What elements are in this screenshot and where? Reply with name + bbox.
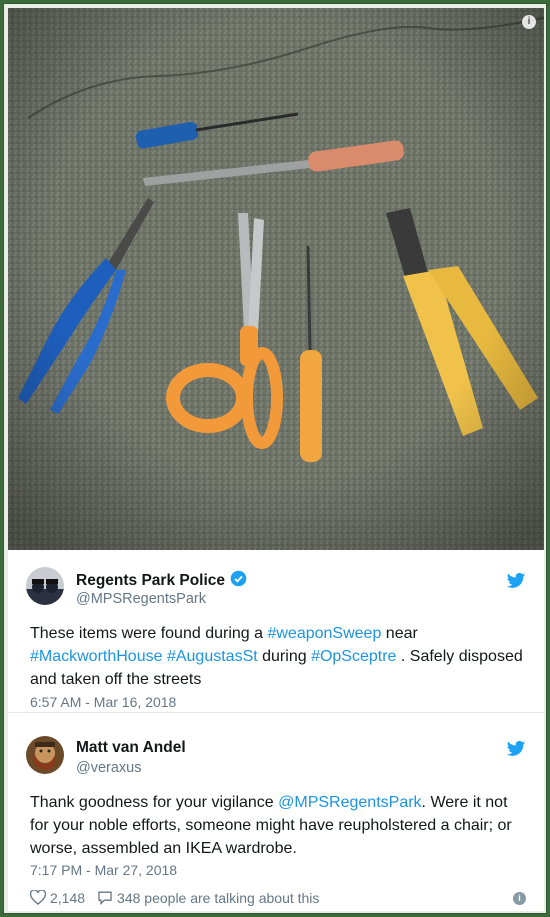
text-segment: These items were found during a (30, 625, 268, 642)
avatar-matt-van-andel[interactable] (26, 736, 64, 774)
tweet-text: These items were found during a #weaponS… (30, 622, 530, 691)
tweet-regents-park-police[interactable]: Regents Park Police @MPSRegentsPark Thes… (8, 550, 544, 713)
green-frame: i Regents Park Police @MPSRegentsPark Th… (3, 3, 547, 914)
hashtag-link-weaponsweep[interactable]: #weaponSweep (267, 625, 381, 642)
tweet-text: Thank goodness for your vigilance @MPSRe… (30, 791, 530, 860)
verified-badge-icon (230, 570, 247, 592)
hashtag-link-augustasst[interactable]: #AugustasSt (167, 648, 258, 665)
text-segment: during (257, 648, 312, 665)
hashtag-link-mackworthhouse[interactable]: #MackworthHouse (30, 648, 163, 665)
author-name-text[interactable]: Regents Park Police (76, 572, 225, 589)
text-segment: Thank goodness for your vigilance (30, 794, 279, 811)
likes-count[interactable]: 2,148 (50, 890, 85, 906)
tweet-timestamp[interactable]: 7:17 PM - Mar 27, 2018 (30, 862, 177, 878)
tools-on-pavement-image (8, 8, 544, 550)
tweet-timestamp[interactable]: 6:57 AM - Mar 16, 2018 (30, 694, 176, 710)
photo-info-icon[interactable]: i (522, 15, 536, 29)
author-handle[interactable]: @MPSRegentsPark (76, 591, 206, 607)
tweet-matt-van-andel[interactable]: Matt van Andel @veraxus Thank goodness f… (8, 712, 544, 911)
speech-bubble-icon[interactable] (97, 890, 113, 906)
engagement-bar: 2,148 348 people are talking about this (29, 889, 530, 906)
info-icon[interactable]: i (513, 892, 526, 905)
talking-count[interactable]: 348 people are talking about this (117, 890, 319, 906)
tools-photo[interactable]: i (8, 8, 544, 550)
author-name[interactable]: Matt van Andel (76, 739, 186, 757)
tweet-card: i Regents Park Police @MPSRegentsPark Th… (8, 8, 544, 911)
text-segment: near (381, 625, 418, 642)
twitter-bird-icon[interactable] (506, 740, 526, 758)
author-handle[interactable]: @veraxus (76, 760, 142, 776)
hashtag-link-opsceptre[interactable]: #OpSceptre (311, 648, 396, 665)
avatar-regents-park-police[interactable] (26, 567, 64, 605)
mention-link-mpsregentspark[interactable]: @MPSRegentsPark (278, 794, 421, 811)
author-name[interactable]: Regents Park Police (76, 570, 247, 592)
heart-icon[interactable] (29, 889, 47, 906)
twitter-bird-icon[interactable] (506, 572, 526, 590)
